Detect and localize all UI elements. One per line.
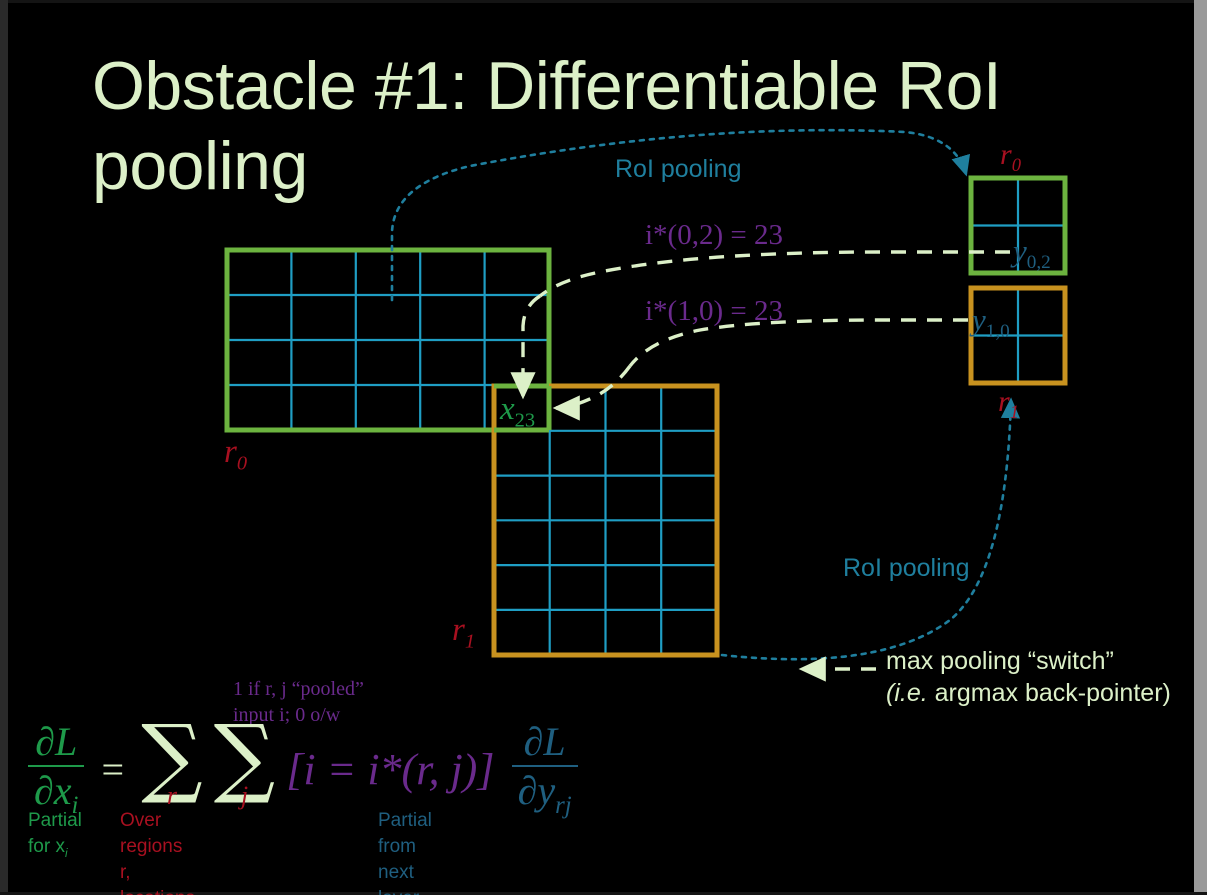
- formula-caption-left-line1: Partial: [28, 810, 82, 831]
- formula-caption-left-line2-base: for x: [28, 836, 65, 857]
- formula-equals: =: [101, 746, 125, 792]
- region-label-r1: r1: [452, 612, 475, 654]
- formula-lhs-den-base: ∂x: [34, 768, 72, 813]
- roi-pooling-label-top: RoI pooling: [615, 155, 742, 183]
- frame-edge-left: [0, 0, 8, 895]
- istar-02-text: i*(0,2) = 23: [645, 219, 783, 251]
- switch-legend-ie: (i.e.: [886, 679, 928, 707]
- output-value-y02-base: y: [1013, 233, 1027, 268]
- formula-rhs-fraction: ∂L ∂yrj: [511, 718, 578, 820]
- frame-edge-right: [1194, 0, 1207, 895]
- formula-rhs-den-sub: rj: [555, 792, 572, 819]
- output-label-r1: r1: [998, 385, 1019, 424]
- output-label-r1-sub: 1: [1009, 402, 1019, 423]
- formula-note-line1: 1 if r, j “pooled”: [233, 678, 364, 700]
- switch-legend-rest: argmax back-pointer): [927, 679, 1171, 707]
- frame-edge-top: [0, 0, 1207, 3]
- region-label-r0-sub: 0: [236, 452, 248, 475]
- output-label-r1-base: r: [998, 385, 1010, 418]
- formula-caption-left: Partial for xi: [28, 808, 82, 867]
- output-value-y02-sub: 0,2: [1026, 252, 1051, 274]
- istar-10-text: i*(1,0) = 23: [645, 295, 783, 327]
- region-label-r0-base: r: [224, 434, 237, 470]
- output-label-r0-base: r: [1000, 138, 1012, 171]
- formula-lhs-fraction: ∂L ∂xi: [28, 718, 85, 820]
- output-label-r0: r0: [1000, 138, 1021, 177]
- formula-body: ∂L ∂xi = ∑ r ∑ j [i = i*(r, j)] ∂L ∂yrj: [28, 707, 578, 820]
- output-label-r0-sub: 0: [1011, 155, 1021, 176]
- formula-rhs-num: ∂L: [523, 719, 566, 764]
- formula-rhs-den-base: ∂y: [517, 768, 556, 813]
- backpointer-curve-y02: [538, 250, 1010, 298]
- formula-caption-right-line1: Partial from: [378, 810, 432, 857]
- formula-rhs-den: ∂yrj: [511, 765, 578, 820]
- backpointer-arrow-y10: [552, 364, 632, 421]
- cell-label-x23: x23: [500, 391, 535, 433]
- output-value-y02: y0,2: [1013, 233, 1051, 274]
- formula-indicator-bracket: [i = i*(r, j)]: [286, 744, 495, 794]
- output-value-y10-base: y: [972, 302, 986, 337]
- istar-10-label: i*(1,0) = 23: [645, 295, 783, 328]
- slide-canvas: Obstacle #1: Differentiable RoI pooling: [0, 0, 1207, 895]
- page-title: Obstacle #1: Differentiable RoI pooling: [92, 48, 1002, 204]
- cell-label-x23-base: x: [500, 391, 515, 427]
- region-label-r1-base: r: [452, 612, 465, 648]
- cell-label-x23-sub: 23: [514, 409, 536, 432]
- formula-caption-right-line2: next layer: [378, 862, 419, 895]
- formula-sigma-r: ∑ r: [141, 707, 203, 811]
- output-value-y10-sub: 1,0: [985, 321, 1010, 343]
- formula-caption-left-line2: for xi: [28, 834, 82, 867]
- istar-02-label: i*(0,2) = 23: [645, 219, 783, 252]
- roi-pooling-label-bottom: RoI pooling: [843, 554, 970, 582]
- formula-sigma-j: ∑ j: [213, 707, 276, 811]
- formula-caption-right: Partial from next layer: [378, 808, 432, 895]
- roi-pooling-curve-bottom: [720, 397, 1021, 661]
- backpointer-arrow-y02: [510, 294, 541, 400]
- formula-sigma-r-glyph: ∑: [141, 707, 203, 807]
- formula-lhs-num: ∂L: [35, 719, 78, 764]
- switch-legend-line2: (i.e. argmax back-pointer): [886, 677, 1171, 709]
- formula-caption-left-line2-sub: i: [64, 846, 68, 860]
- formula-sigma-j-glyph: ∑: [213, 707, 276, 807]
- formula-caption-mid-line2: locations j: [120, 886, 195, 895]
- formula-caption-mid: Over regions r, locations j: [120, 808, 195, 895]
- switch-legend-line1: max pooling “switch”: [886, 647, 1114, 675]
- formula-caption-mid-line1: Over regions r,: [120, 810, 183, 883]
- region-label-r1-sub: 1: [464, 630, 476, 653]
- switch-legend: max pooling “switch” (i.e. argmax back-p…: [886, 645, 1171, 709]
- region-label-r0: r0: [224, 434, 247, 476]
- output-value-y10: y1,0: [972, 302, 1010, 343]
